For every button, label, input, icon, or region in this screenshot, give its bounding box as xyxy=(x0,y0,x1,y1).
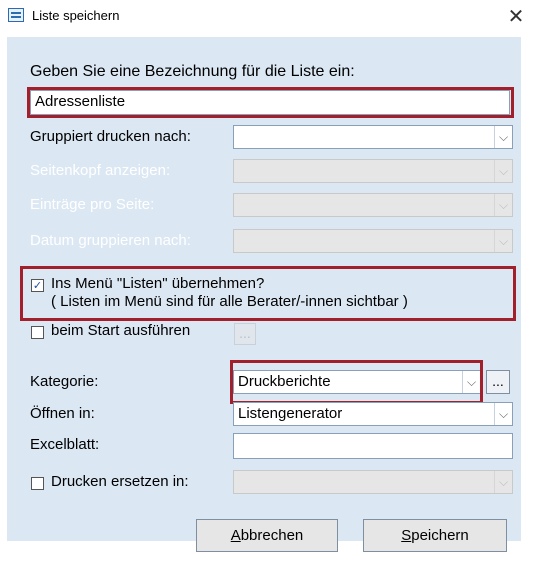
save-button[interactable]: Speichern xyxy=(363,519,507,552)
replace-print-checkbox[interactable] xyxy=(31,477,44,490)
dialog-body: Geben Sie eine Bezeichnung für die Liste… xyxy=(7,37,521,552)
open-in-value: Listengenerator xyxy=(238,405,343,422)
excel-input[interactable] xyxy=(233,433,513,459)
open-in-select[interactable]: Listengenerator ⌵ xyxy=(233,402,513,426)
chevron-down-icon[interactable]: ⌵ xyxy=(494,403,512,425)
date-group-select[interactable]: ⌵ xyxy=(233,229,513,253)
start-options-button[interactable]: ... xyxy=(234,323,256,345)
save-label: peichern xyxy=(411,527,469,544)
start-checkbox[interactable] xyxy=(31,326,44,339)
save-mnemonic: S xyxy=(401,527,412,544)
replace-print-label: Drucken ersetzen in: xyxy=(51,473,189,490)
start-checkbox-label: beim Start ausführen xyxy=(51,322,191,339)
open-in-label: Öffnen in: xyxy=(30,405,95,422)
excel-label: Excelblatt: xyxy=(30,436,100,453)
group-print-label: Gruppiert drucken nach: xyxy=(30,128,191,145)
date-group-label: Datum gruppieren nach: xyxy=(30,232,191,249)
chevron-down-icon[interactable]: ⌵ xyxy=(494,160,512,182)
chevron-down-icon[interactable]: ⌵ xyxy=(494,194,512,216)
name-prompt: Geben Sie eine Bezeichnung für die Liste… xyxy=(30,63,355,80)
title-bar: Liste speichern ✕ xyxy=(0,0,538,34)
category-label: Kategorie: xyxy=(30,373,99,390)
chevron-down-icon[interactable]: ⌵ xyxy=(494,471,512,493)
close-icon[interactable]: ✕ xyxy=(502,2,530,30)
cancel-label: bbrechen xyxy=(240,527,304,544)
cancel-button[interactable]: Abbrechen xyxy=(196,519,338,552)
page-header-label: Seitenkopf anzeigen: xyxy=(30,162,171,179)
category-highlight xyxy=(230,360,483,404)
page-header-select[interactable]: ⌵ xyxy=(233,159,513,183)
list-window-icon xyxy=(8,8,24,22)
chevron-down-icon[interactable]: ⌵ xyxy=(494,126,512,148)
window-title: Liste speichern xyxy=(32,8,120,23)
menu-highlight xyxy=(20,266,516,321)
chevron-down-icon[interactable]: ⌵ xyxy=(494,230,512,252)
entries-per-page-label: Einträge pro Seite: xyxy=(30,196,155,213)
cancel-mnemonic: A xyxy=(230,527,241,544)
entries-per-page-select[interactable]: ⌵ xyxy=(233,193,513,217)
replace-print-select[interactable]: ⌵ xyxy=(233,470,513,494)
group-print-select[interactable]: ⌵ xyxy=(233,125,513,149)
name-highlight xyxy=(27,87,514,118)
category-options-button[interactable]: ... xyxy=(486,370,510,394)
